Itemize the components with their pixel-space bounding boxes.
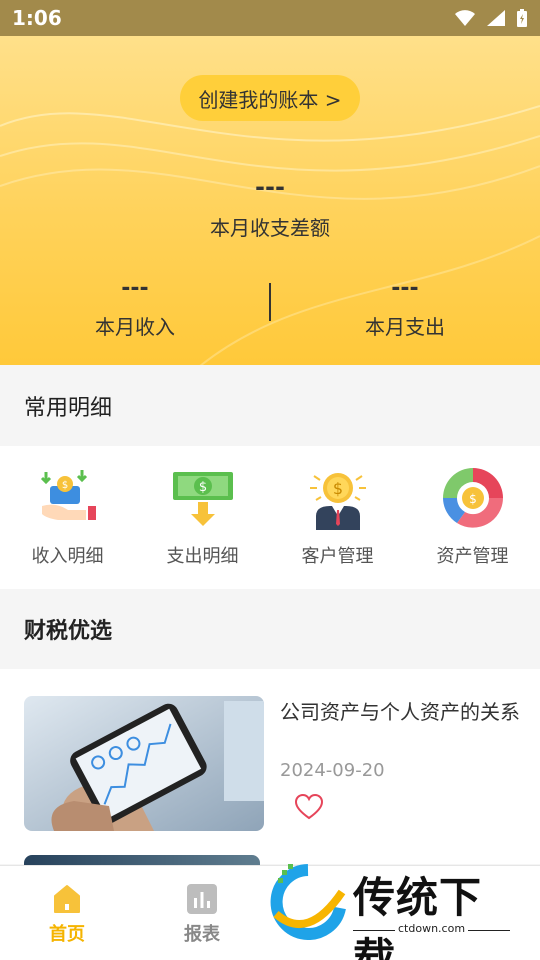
wifi-icon — [455, 10, 475, 26]
home-icon — [54, 885, 80, 913]
heart-icon[interactable] — [294, 793, 324, 821]
monthly-expense[interactable]: --- 本月支出 — [270, 276, 540, 340]
monthly-expense-label: 本月支出 — [365, 315, 445, 339]
monthly-balance-label: 本月收支差额 — [210, 216, 330, 240]
watermark-rule-left — [353, 930, 395, 931]
battery-icon — [517, 9, 527, 27]
status-bar: 1:06 — [0, 0, 540, 36]
watermark-text: 传统下载 — [353, 873, 483, 960]
tab-home[interactable]: 首页 — [27, 884, 107, 946]
article-date: 2024-09-20 — [280, 760, 385, 781]
monthly-balance-value: --- — [255, 173, 285, 201]
svg-text:$: $ — [469, 492, 477, 506]
finance-section-title: 财税优选 — [0, 589, 540, 669]
create-ledger-button[interactable]: 创建我的账本 > — [180, 75, 360, 121]
shortcut-asset[interactable]: $ 资产管理 — [405, 446, 540, 589]
shortcut-income[interactable]: $ 收入明细 — [0, 446, 135, 589]
tab-report-label: 报表 — [184, 924, 220, 945]
monthly-expense-value: --- — [391, 276, 419, 301]
svg-text:$: $ — [332, 479, 342, 498]
report-icon — [187, 884, 217, 914]
tab-home-label: 首页 — [49, 924, 85, 945]
watermark-url: ctdown.com — [398, 922, 466, 935]
shortcut-customer-label: 客户管理 — [301, 546, 374, 567]
watermark-rule-right — [468, 930, 510, 931]
shortcut-asset-label: 资产管理 — [436, 546, 509, 567]
shortcut-expense[interactable]: $ 支出明细 — [135, 446, 270, 589]
status-time: 1:06 — [12, 6, 62, 30]
article-list: 公司资产与个人资产的关系 2024-09-20 — [0, 669, 540, 867]
svg-text:$: $ — [198, 480, 206, 495]
article-title[interactable]: 公司资产与个人资产的关系 — [280, 699, 520, 725]
monthly-income-value: --- — [121, 276, 149, 301]
status-icons — [454, 8, 528, 28]
watermark: 传统下载 ctdown.com — [268, 862, 518, 960]
watermark-logo — [270, 864, 346, 940]
common-shortcuts: $ 收入明细 $ 支出明细 $ 客户管理 $ 资产管理 — [0, 446, 540, 589]
expense-icon: $ — [172, 472, 233, 526]
article-thumbnail[interactable] — [24, 696, 264, 831]
shortcut-customer[interactable]: $ 客户管理 — [270, 446, 405, 589]
common-section-title: 常用明细 — [0, 365, 540, 447]
shortcut-expense-label: 支出明细 — [166, 546, 239, 567]
signal-icon — [487, 10, 505, 26]
asset-icon: $ — [442, 468, 503, 528]
monthly-income-label: 本月收入 — [95, 315, 175, 339]
summary-header: 创建我的账本 > --- 本月收支差额 --- 本月收入 --- 本月支出 — [0, 36, 540, 365]
income-icon: $ — [40, 470, 96, 520]
svg-text:$: $ — [61, 480, 67, 491]
customer-icon: $ — [309, 473, 366, 530]
monthly-income[interactable]: --- 本月收入 — [0, 276, 270, 340]
shortcut-income-label: 收入明细 — [31, 546, 104, 567]
phone-chart-image — [24, 696, 264, 831]
tab-report[interactable]: 报表 — [162, 884, 242, 946]
